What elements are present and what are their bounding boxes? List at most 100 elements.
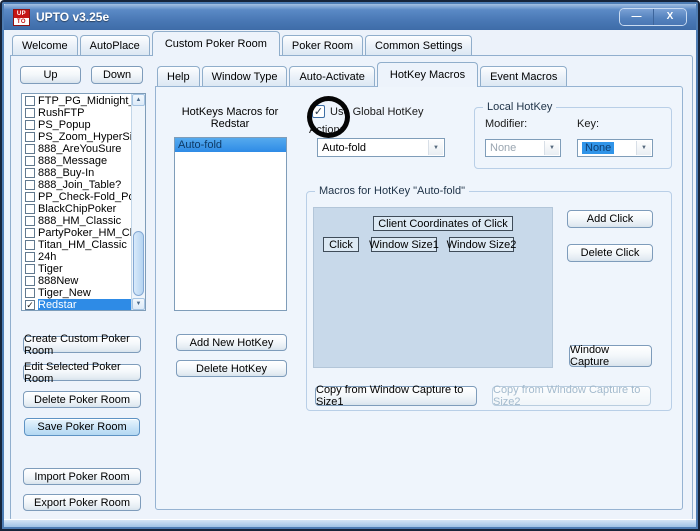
- poker-room-item[interactable]: BlackChipPoker: [22, 203, 131, 215]
- room-checkbox[interactable]: [25, 132, 35, 142]
- tab-welcome[interactable]: Welcome: [12, 35, 78, 55]
- scroll-up-icon[interactable]: ▲: [132, 94, 145, 106]
- room-checkbox[interactable]: [25, 240, 35, 250]
- room-checkbox[interactable]: [25, 288, 35, 298]
- poker-room-item[interactable]: PS_Zoom_HyperSim: [22, 131, 131, 143]
- poker-room-item[interactable]: 888_AreYouSure: [22, 143, 131, 155]
- hotkey-label: Auto-fold: [178, 139, 223, 151]
- room-checkbox[interactable]: [25, 168, 35, 178]
- poker-room-item[interactable]: PP_Check-Fold_Pop: [22, 191, 131, 203]
- add-new-hotkey-button[interactable]: Add New HotKey: [176, 334, 287, 351]
- click-coordinates-panel: [313, 207, 553, 368]
- poker-room-item[interactable]: PS_Popup: [22, 119, 131, 131]
- tab-poker-room[interactable]: Poker Room: [281, 35, 364, 55]
- room-checkbox[interactable]: [25, 228, 35, 238]
- export-poker-room-button[interactable]: Export Poker Room: [23, 494, 141, 511]
- poker-room-item[interactable]: Titan_HM_Classic: [22, 239, 131, 251]
- tab-event-macros[interactable]: Event Macros: [480, 66, 568, 86]
- tab-auto-activate[interactable]: Auto-Activate: [289, 66, 375, 86]
- poker-room-list-items: FTP_PG_Midnight_F RushFTP PS_Popup PS_Zo…: [22, 95, 131, 310]
- window-capture-button[interactable]: Window Capture: [569, 344, 652, 368]
- room-checkbox[interactable]: [25, 192, 35, 202]
- poker-room-item[interactable]: 24h: [22, 251, 131, 263]
- chevron-down-icon[interactable]: ▼: [428, 140, 443, 155]
- tab-window-type[interactable]: Window Type: [201, 66, 288, 86]
- room-label: 888_Message: [38, 155, 108, 167]
- tab-common-settings[interactable]: Common Settings: [365, 35, 473, 55]
- create-custom-poker-room-button[interactable]: Create Custom Poker Room: [23, 333, 141, 357]
- room-label: 24h: [38, 251, 57, 263]
- modifier-value: None: [490, 142, 517, 154]
- poker-room-item[interactable]: 888New: [22, 275, 131, 287]
- tab-autoplace[interactable]: AutoPlace: [79, 35, 150, 55]
- up-button[interactable]: Up: [20, 66, 81, 84]
- hotkeys-list-title: HotKeys Macros for Redstar: [174, 106, 286, 130]
- room-checkbox[interactable]: [25, 252, 35, 262]
- modifier-dropdown[interactable]: None ▼: [485, 139, 561, 157]
- room-list-scrollbar[interactable]: ▲ ▼: [131, 94, 145, 310]
- tab-hotkey-macros[interactable]: HotKey Macros: [376, 62, 479, 87]
- room-checkbox[interactable]: [25, 204, 35, 214]
- scroll-down-icon[interactable]: ▼: [132, 298, 145, 310]
- scroll-thumb[interactable]: [133, 231, 144, 296]
- poker-room-item[interactable]: Tiger: [22, 263, 131, 275]
- title-bar: UP TO UPTO v3.25e — X: [4, 4, 696, 30]
- room-label: RushFTP: [38, 107, 85, 119]
- minimize-button[interactable]: —: [620, 9, 653, 25]
- save-poker-room-button[interactable]: Save Poker Room: [24, 418, 140, 436]
- tab-custom-poker-room[interactable]: Custom Poker Room: [151, 31, 280, 56]
- room-checkbox[interactable]: [25, 96, 35, 106]
- column-header-click: Click: [323, 237, 359, 252]
- macros-group: Macros for HotKey "Auto-fold" Client Coo…: [306, 185, 672, 411]
- import-poker-room-button[interactable]: Import Poker Room: [23, 468, 141, 485]
- poker-room-item[interactable]: PartyPoker_HM_Clas: [22, 227, 131, 239]
- poker-room-item[interactable]: FTP_PG_Midnight_F: [22, 95, 131, 107]
- poker-room-item[interactable]: 888_HM_Classic: [22, 215, 131, 227]
- edit-selected-poker-room-button[interactable]: Edit Selected Poker Room: [23, 361, 141, 385]
- hotkey-list-item[interactable]: Auto-fold: [175, 138, 286, 152]
- add-click-button[interactable]: Add Click: [567, 210, 653, 228]
- room-checkbox[interactable]: [25, 120, 35, 130]
- room-settings-tabstrip: Help Window Type Auto-Activate HotKey Ma…: [157, 62, 569, 87]
- close-button[interactable]: X: [653, 9, 686, 25]
- key-dropdown[interactable]: None ▼: [577, 139, 653, 157]
- poker-room-item[interactable]: Tiger_New: [22, 287, 131, 299]
- action-dropdown[interactable]: Auto-fold ▼: [317, 138, 445, 157]
- column-header-window-size2: Window Size2: [446, 237, 517, 252]
- room-checkbox[interactable]: [25, 156, 35, 166]
- room-label: FTP_PG_Midnight_F: [38, 95, 131, 107]
- delete-click-button[interactable]: Delete Click: [567, 244, 653, 262]
- use-global-hotkey-checkbox[interactable]: ✓: [312, 105, 325, 118]
- hotkeys-list-title-line2: Redstar: [210, 118, 250, 130]
- copy-capture-to-size1-button[interactable]: Copy from Window Capture to Size1: [315, 384, 477, 408]
- poker-room-item[interactable]: RushFTP: [22, 107, 131, 119]
- room-checkbox[interactable]: [25, 180, 35, 190]
- room-checkbox[interactable]: ✓: [25, 300, 35, 310]
- chevron-down-icon[interactable]: ▼: [636, 141, 651, 155]
- poker-room-list[interactable]: FTP_PG_Midnight_F RushFTP PS_Popup PS_Zo…: [21, 93, 146, 311]
- room-checkbox[interactable]: [25, 108, 35, 118]
- poker-room-item[interactable]: ✓ Redstar: [22, 299, 131, 310]
- poker-room-item[interactable]: 888_Join_Table?: [22, 179, 131, 191]
- poker-room-item[interactable]: 888_Message: [22, 155, 131, 167]
- room-label: Titan_HM_Classic: [38, 239, 127, 251]
- copy-capture-to-size2-button[interactable]: Copy from Window Capture to Size2: [492, 384, 651, 408]
- action-label: Action:: [309, 124, 343, 136]
- down-button[interactable]: Down: [91, 66, 143, 84]
- tab-help[interactable]: Help: [157, 66, 200, 86]
- window-controls: — X: [619, 8, 687, 26]
- hotkey-list[interactable]: Auto-fold: [174, 137, 287, 311]
- window-title: UPTO v3.25e: [36, 10, 110, 24]
- room-checkbox[interactable]: [25, 144, 35, 154]
- use-global-hotkey-label: Use Global HotKey: [330, 106, 424, 118]
- room-label: PP_Check-Fold_Pop: [38, 191, 131, 203]
- poker-room-item[interactable]: 888_Buy-In: [22, 167, 131, 179]
- room-checkbox[interactable]: [25, 216, 35, 226]
- room-label: 888New: [38, 275, 79, 287]
- delete-poker-room-button[interactable]: Delete Poker Room: [23, 391, 141, 408]
- chevron-down-icon[interactable]: ▼: [544, 141, 559, 155]
- room-checkbox[interactable]: [25, 264, 35, 274]
- delete-hotkey-button[interactable]: Delete HotKey: [176, 360, 287, 377]
- room-checkbox[interactable]: [25, 276, 35, 286]
- action-value: Auto-fold: [322, 141, 367, 154]
